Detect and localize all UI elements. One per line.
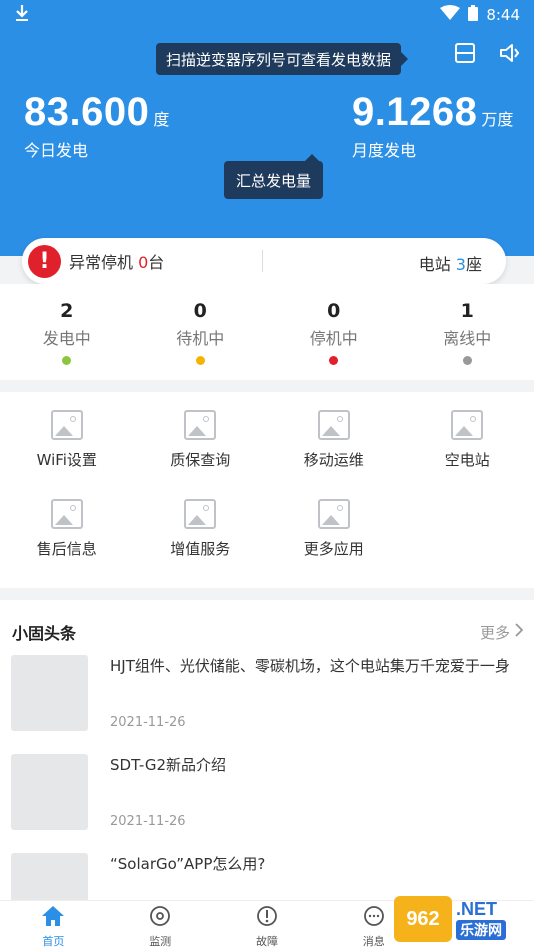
grid-item-label: 售后信息 [36,540,97,558]
status-count: 0 [193,300,207,322]
watermark-cn: 乐游网 [456,919,506,940]
news-item-title: HJT组件、光伏储能、零碳机场，这个电站集万千宠爱于一身 [110,657,510,675]
message-icon [362,905,386,931]
scan-tooltip: 扫描逆变器序列号可查看发电数据 [156,43,409,75]
divider [262,250,263,272]
month-value: 9.1268 [352,90,478,134]
grid-item-wifi-settings[interactable]: WiFi设置 [0,410,134,498]
today-label: 今日发电 [24,141,89,160]
grid-item-label: WiFi设置 [36,451,97,469]
speaker-icon[interactable] [498,42,520,68]
status-time: 8:44 [486,6,520,24]
abnormal-stop[interactable]: 异常停机 0台 [69,249,164,273]
news-item-title: SDT-G2新品介绍 [110,756,226,774]
news-more-link[interactable]: 更多 [480,622,524,643]
grid-item-label: 移动运维 [303,451,364,469]
home-icon [41,905,65,931]
tab-home[interactable]: 首页 [0,901,107,949]
news-thumbnail [11,754,88,830]
station-number: 3 [455,255,466,274]
watermark-logo: 962 .NET 乐游网 [394,893,534,945]
tab-monitor[interactable]: 监测 [107,901,214,949]
status-bar: 8:44 [0,0,534,30]
summary-tooltip[interactable]: 汇总发电量 [224,154,324,199]
status-generating[interactable]: 2 发电中 [0,284,134,380]
news-item-date: 2021-11-26 [110,814,186,829]
today-generation: 83.600 度 今日发电 [24,90,169,161]
today-value: 83.600 [24,90,150,134]
more-label: 更多 [479,623,510,642]
fault-icon [255,905,279,931]
status-label: 停机中 [309,329,358,348]
news-item[interactable]: HJT组件、光伏储能、零碳机场，这个电站集万千宠爱于一身 2021-11-26 [11,655,523,731]
status-standby[interactable]: 0 待机中 [134,284,268,380]
wifi-icon [440,5,461,25]
chevron-right-icon [514,623,524,641]
status-stopped[interactable]: 0 停机中 [267,284,401,380]
grid-item-label: 空电站 [444,451,490,469]
status-label: 离线中 [443,329,492,348]
battery-icon [468,5,479,25]
news-section: 小固头条 更多 HJT组件、光伏储能、零碳机场，这个电站集万千宠爱于一身 202… [0,600,534,900]
grid-item-label: 增值服务 [170,540,231,558]
feature-grid: WiFi设置 质保查询 移动运维 空电站 售后信息 增值服务 更多应用 [0,392,534,588]
image-placeholder-icon [50,499,83,529]
tab-label: 监测 [149,935,172,948]
status-label: 发电中 [42,329,91,348]
tab-label: 消息 [362,935,385,948]
status-dot [62,356,72,365]
image-placeholder-icon [317,499,350,529]
image-placeholder-icon [451,410,484,440]
status-dot [329,356,339,365]
image-placeholder-icon [317,410,350,440]
status-count: 2 [60,300,74,322]
status-count: 1 [460,300,474,322]
today-unit: 度 [153,110,170,129]
alert-icon: ! [28,244,61,278]
news-thumbnail [11,655,88,731]
month-label: 月度发电 [352,141,417,160]
grid-item-warranty[interactable]: 质保查询 [134,410,268,498]
news-item-title: “SolarGo”APP怎么用? [110,855,266,873]
image-placeholder-icon [184,410,217,440]
status-dot [462,356,472,365]
grid-item-label: 质保查询 [170,451,231,469]
watermark-net: .NET [456,898,498,919]
station-count[interactable]: 电站 3座 [419,251,482,275]
month-generation: 9.1268 万度 月度发电 [352,90,513,161]
news-item-date: 2021-11-26 [110,715,186,730]
scan-icon[interactable] [454,42,476,68]
tab-label: 首页 [42,935,65,948]
grid-item-value-added[interactable]: 增值服务 [134,499,268,587]
news-title: 小固头条 [12,624,77,643]
grid-item-label: 更多应用 [303,540,364,558]
abnormal-count: 0 [138,253,149,272]
news-thumbnail [11,853,88,900]
image-placeholder-icon [184,499,217,529]
tab-fault[interactable]: 故障 [214,901,321,949]
grid-item-mobile-ops[interactable]: 移动运维 [267,410,401,498]
tab-label: 故障 [255,935,278,948]
status-dot [195,356,205,365]
download-icon [14,4,30,26]
alert-bar[interactable]: ! 异常停机 0台 电站 3座 [22,238,506,284]
status-label: 待机中 [176,329,225,348]
grid-item-more-apps[interactable]: 更多应用 [267,499,401,587]
grid-item-after-sales[interactable]: 售后信息 [0,499,134,587]
news-item[interactable]: SDT-G2新品介绍 2021-11-26 [11,754,523,830]
device-status-row: 2 发电中 0 待机中 0 停机中 1 离线中 [0,284,534,380]
status-count: 0 [327,300,341,322]
month-unit: 万度 [481,110,514,129]
grid-item-empty-station[interactable]: 空电站 [401,410,534,498]
status-offline[interactable]: 1 离线中 [401,284,534,380]
watermark-badge: 962 [394,896,452,942]
header-panel: 8:44 扫描逆变器序列号可查看发电数据 83.600 度 今日发电 9.1268… [0,0,534,256]
image-placeholder-icon [50,410,83,440]
monitor-icon [148,905,172,931]
